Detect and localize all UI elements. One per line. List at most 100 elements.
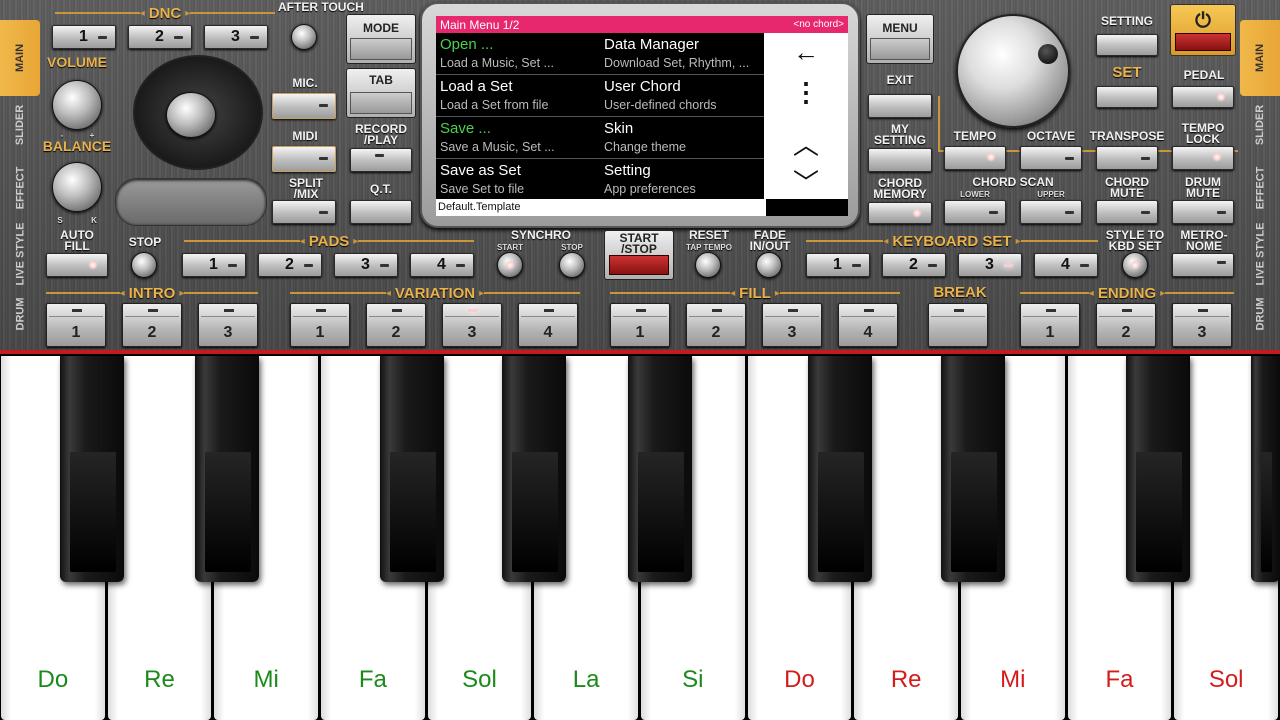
tempo-lock-button[interactable] xyxy=(1172,146,1234,170)
dnc-title: DNC xyxy=(148,4,182,22)
led-indicator xyxy=(456,264,465,267)
drum-mute-button[interactable] xyxy=(1172,200,1234,224)
black-key[interactable] xyxy=(502,356,566,582)
transpose-button[interactable] xyxy=(1096,146,1158,170)
scroll-up-icon[interactable]: ︿ xyxy=(764,125,848,162)
variation-button-2[interactable]: 2 xyxy=(366,303,426,347)
menu-item-data-manager[interactable]: Data Manager Download Set, Rhythm, ... xyxy=(600,33,764,75)
mic-button[interactable] xyxy=(272,93,336,119)
style-to-kbd-set-label: STYLE TO KBD SET xyxy=(1105,228,1165,253)
menu-item-save[interactable]: Save ... Save a Music, Set ... xyxy=(436,117,600,159)
dnc-button-3[interactable]: 3 xyxy=(204,25,268,49)
intro-button-3[interactable]: 3 xyxy=(198,303,258,347)
chord-memory-button[interactable] xyxy=(868,202,932,224)
mode-button[interactable]: MODE xyxy=(346,14,416,64)
exit-button[interactable] xyxy=(868,94,932,118)
intro-button-2[interactable]: 2 xyxy=(122,303,182,347)
intro-button-1[interactable]: 1 xyxy=(46,303,106,347)
dnc-button-2[interactable]: 2 xyxy=(128,25,192,49)
kbd-set-button-2[interactable]: 2 xyxy=(882,253,946,277)
tab-button[interactable]: TAB xyxy=(346,68,416,118)
dnc-button-1[interactable]: 1 xyxy=(52,25,116,49)
data-dial[interactable] xyxy=(956,14,1070,128)
black-key[interactable] xyxy=(628,356,692,582)
ending-button-2[interactable]: 2 xyxy=(1096,303,1156,347)
tab-slider-left[interactable]: SLIDER xyxy=(0,100,40,150)
kbd-set-button-1[interactable]: 1 xyxy=(806,253,870,277)
fade-knob[interactable] xyxy=(756,252,782,278)
menu-item-load-set[interactable]: Load a Set Load a Set from file xyxy=(436,75,600,117)
pad-button-3[interactable]: 3 xyxy=(334,253,398,277)
black-key[interactable] xyxy=(1251,356,1280,582)
menu-item-user-chord[interactable]: User Chord User-defined chords xyxy=(600,75,764,117)
tab-main-left[interactable]: MAIN xyxy=(0,20,40,96)
volume-knob[interactable] xyxy=(52,80,102,130)
fill-button-4[interactable]: 4 xyxy=(838,303,898,347)
kbd-set-button-4[interactable]: 4 xyxy=(1034,253,1098,277)
variation-button-1[interactable]: 1 xyxy=(290,303,350,347)
menu-item-setting[interactable]: Setting App preferences xyxy=(600,159,764,201)
break-button[interactable] xyxy=(928,303,988,347)
scroll-down-icon[interactable]: ﹀ xyxy=(764,163,848,200)
pad-button-4[interactable]: 4 xyxy=(410,253,474,277)
pitch-slider-pad[interactable] xyxy=(115,178,267,226)
led-indicator xyxy=(380,264,389,267)
tab-main-right[interactable]: MAIN xyxy=(1240,20,1280,96)
tempo-button[interactable] xyxy=(944,146,1006,170)
synchro-stop-knob[interactable] xyxy=(559,252,585,278)
menu-item-subtitle: App preferences xyxy=(604,182,696,196)
fill-button-2[interactable]: 2 xyxy=(686,303,746,347)
fill-button-3[interactable]: 3 xyxy=(762,303,822,347)
record-play-button[interactable] xyxy=(350,148,412,172)
stop-knob[interactable] xyxy=(131,252,157,278)
black-key[interactable] xyxy=(380,356,444,582)
tab-effect-left[interactable]: EFFECT xyxy=(0,160,40,216)
joystick-ball[interactable] xyxy=(166,92,216,138)
synchro-start-led xyxy=(505,260,515,270)
ending-button-3[interactable]: 3 xyxy=(1172,303,1232,347)
black-key[interactable] xyxy=(60,356,124,582)
black-key[interactable] xyxy=(195,356,259,582)
pad-button-1[interactable]: 1 xyxy=(182,253,246,277)
tab-live-style-left[interactable]: LIVE STYLE xyxy=(0,223,40,286)
black-key[interactable] xyxy=(808,356,872,582)
power-button[interactable]: ⏻ xyxy=(1170,4,1236,56)
pad-button-2[interactable]: 2 xyxy=(258,253,322,277)
menu-item-save-as-set[interactable]: Save as Set Save Set to file xyxy=(436,159,600,201)
reset-tap-tempo-knob[interactable] xyxy=(695,252,721,278)
set-button[interactable] xyxy=(1096,86,1158,108)
ending-button-1[interactable]: 1 xyxy=(1020,303,1080,347)
menu-button[interactable]: MENU xyxy=(866,14,934,64)
variation-button-4[interactable]: 4 xyxy=(518,303,578,347)
back-arrow-icon[interactable]: ← xyxy=(764,37,848,68)
qt-button[interactable] xyxy=(350,200,412,224)
tab-label: DRUM xyxy=(1254,297,1266,331)
chord-scan-lower-button[interactable] xyxy=(944,200,1006,224)
tab-effect-right[interactable]: EFFECT xyxy=(1240,160,1280,216)
chord-scan-upper-button[interactable] xyxy=(1020,200,1082,224)
midi-button[interactable] xyxy=(272,146,336,172)
auto-fill-button[interactable] xyxy=(46,253,108,277)
black-key[interactable] xyxy=(941,356,1005,582)
metronome-button[interactable] xyxy=(1172,253,1234,277)
split-mix-button[interactable] xyxy=(272,200,336,224)
tab-drum-right[interactable]: DRUM xyxy=(1240,288,1280,340)
kbd-set-button-3[interactable]: 3 xyxy=(958,253,1022,277)
black-key[interactable] xyxy=(1126,356,1190,582)
my-setting-button[interactable] xyxy=(868,148,932,172)
more-vertical-icon[interactable]: ⋮ xyxy=(764,77,848,108)
octave-button[interactable] xyxy=(1020,146,1082,170)
balance-knob[interactable] xyxy=(52,162,102,212)
menu-item-open[interactable]: Open ... Load a Music, Set ... xyxy=(436,33,600,75)
variation-button-3[interactable]: 3 xyxy=(442,303,502,347)
menu-item-skin[interactable]: Skin Change theme xyxy=(600,117,764,159)
tab-live-style-right[interactable]: LIVE STYLE xyxy=(1240,223,1280,286)
start-stop-button[interactable]: START /STOP xyxy=(604,230,674,280)
tab-drum-left[interactable]: DRUM xyxy=(0,288,40,340)
chord-mute-button[interactable] xyxy=(1096,200,1158,224)
after-touch-knob[interactable] xyxy=(291,24,317,50)
tab-slider-right[interactable]: SLIDER xyxy=(1240,100,1280,150)
fill-button-1[interactable]: 1 xyxy=(610,303,670,347)
setting-button[interactable] xyxy=(1096,34,1158,56)
lcd-chord-indicator: <no chord> xyxy=(793,19,844,30)
